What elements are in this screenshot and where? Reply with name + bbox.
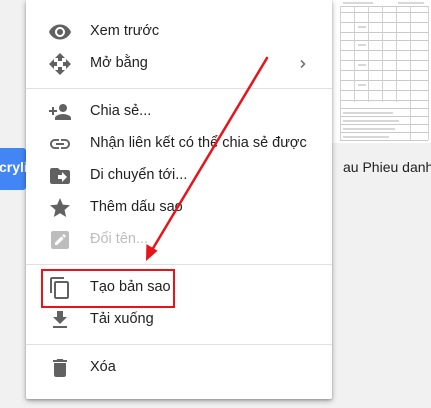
menu-divider (26, 264, 332, 265)
folder-move-icon (48, 164, 72, 188)
menu-item-label: Đổi tên... (90, 231, 149, 247)
menu-item-move-to[interactable]: Di chuyển tới... (26, 160, 332, 192)
file-thumbnail-preview[interactable] (318, 0, 431, 143)
menu-item-add-star[interactable]: Thêm dấu sao (26, 192, 332, 224)
pencil-icon (48, 228, 72, 252)
menu-item-remove[interactable]: Xóa (26, 352, 332, 384)
download-icon (48, 308, 72, 332)
file-chip[interactable]: cryli... (0, 148, 26, 190)
menu-item-label: Xóa (90, 359, 116, 375)
menu-item-rename: Đổi tên... (26, 224, 332, 256)
menu-item-label: Chia sẻ... (90, 103, 152, 119)
menu-item-open-with[interactable]: Mở bằng (26, 48, 332, 80)
annotation-highlight-box (41, 269, 175, 308)
open-with-arrows-icon (48, 52, 72, 76)
link-icon (48, 132, 72, 156)
star-icon (48, 196, 72, 220)
menu-divider (26, 344, 332, 345)
menu-item-label: Tải xuống (90, 311, 154, 327)
menu-item-label: Di chuyển tới... (90, 167, 188, 183)
menu-item-label: Nhận liên kết có thể chia sẻ được (90, 135, 307, 151)
person-add-icon (48, 100, 72, 124)
file-chip-label: cryli... (0, 159, 26, 175)
menu-divider (26, 88, 332, 89)
context-menu: Xem trước Mở bằng Chia sẻ... Nhận liên k… (26, 0, 332, 399)
menu-item-get-shareable-link[interactable]: Nhận liên kết có thể chia sẻ được (26, 128, 332, 160)
chevron-right-icon (296, 57, 310, 71)
menu-item-download[interactable]: Tải xuống (26, 304, 332, 336)
menu-item-label: Thêm dấu sao (90, 199, 183, 215)
trash-icon (48, 356, 72, 380)
file-name-label[interactable]: au Phieu danh (343, 159, 431, 175)
menu-item-preview[interactable]: Xem trước (26, 16, 332, 48)
eye-icon (48, 20, 72, 44)
menu-item-label: Mở bằng (90, 55, 148, 71)
menu-item-share[interactable]: Chia sẻ... (26, 96, 332, 128)
menu-item-label: Xem trước (90, 23, 160, 39)
